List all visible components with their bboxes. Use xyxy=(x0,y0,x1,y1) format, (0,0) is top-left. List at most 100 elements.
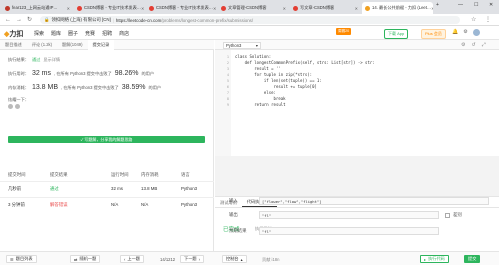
cell-memory: N/A xyxy=(141,202,149,207)
back-icon[interactable]: ← xyxy=(5,17,11,23)
lock-icon: 🔒 xyxy=(44,17,50,22)
language-select[interactable]: Python3 ▾ xyxy=(223,42,261,49)
tab-solutions[interactable]: 题解(1049) xyxy=(57,40,87,50)
tab-label: fear123_上网云站通IP… xyxy=(12,5,58,10)
diff-checkbox[interactable] xyxy=(445,212,450,218)
input-field[interactable]: ["flower","flow","flight"] xyxy=(259,197,489,205)
share-icon[interactable] xyxy=(15,104,20,109)
url-field[interactable]: 🔒 领扣网络 (上海) 有限公司 [CN] | https://leetcode… xyxy=(40,16,460,24)
bell-icon[interactable]: 🔔 xyxy=(452,29,458,36)
close-icon[interactable]: ✕ xyxy=(67,6,70,11)
close-icon[interactable]: ✕ xyxy=(283,6,286,11)
memory-label: 内存消耗： xyxy=(8,84,29,90)
memory-value: 13.8 MB xyxy=(31,84,59,91)
browser-tab[interactable]: 文章管理-CSDN博客 ✕ xyxy=(218,2,289,14)
new-tab-button[interactable]: + xyxy=(436,2,439,8)
show-details-link[interactable]: 显示详情 xyxy=(43,57,60,63)
download-app-button[interactable]: 下载 App xyxy=(384,29,409,39)
table-row[interactable]: 几秒前 通过 32 ms 13.8 MB Python3 xyxy=(0,181,214,195)
runtime-row: 执行用时： 32 ms , 在所有 Python3 提交中击败了 98.26% … xyxy=(8,70,154,77)
browser-tab[interactable]: CSDN博客 - 专业IT技术发表… ✕ xyxy=(146,2,217,14)
code-editor[interactable]: 1 class Solution: 2 def longestCommonPre… xyxy=(215,50,499,156)
url-host: https://leetcode-cn.com xyxy=(115,17,162,23)
bottom-bar: ☰ 题目列表 ⇄ 随机一题 ‹ 上一题 14/1212 下一题 › 控制台 ▴ 贡献 i1… xyxy=(0,251,499,265)
table-row[interactable]: 3 分钟前 解答错误 N/A N/A Python3 xyxy=(0,197,214,211)
share-label: 炫耀一下： xyxy=(8,97,29,102)
random-question-button[interactable]: ⇄ 随机一题 xyxy=(70,255,101,263)
share-icon[interactable] xyxy=(8,104,13,109)
question-list-button[interactable]: ☰ 题目列表 xyxy=(6,255,37,263)
close-icon[interactable]: ✕ xyxy=(141,6,144,11)
runtime-label: 执行用时： xyxy=(8,70,29,76)
menu-icon[interactable]: ⋮ xyxy=(485,16,491,23)
contribute-link[interactable]: 贡献 i18n xyxy=(262,257,279,263)
browser-tab[interactable]: fear123_上网云站通IP… ✕ xyxy=(2,2,73,14)
output-field: "fl" xyxy=(259,211,439,219)
console-toggle-button[interactable]: 控制台 ▴ xyxy=(222,255,247,263)
site-header: ◆力扣 探索 题库 圈子 竞赛 招聘 商店 周赛20 下载 App Plus 会… xyxy=(0,26,499,40)
browser-tab-active[interactable]: 14. 最长公共前缀 - 力扣 (Leet… ✕ xyxy=(362,2,433,14)
fullscreen-icon[interactable]: ⤢ xyxy=(482,42,486,48)
favicon-icon xyxy=(5,5,10,11)
prev-question-button[interactable]: ‹ 上一题 xyxy=(120,255,144,263)
chevron-left-icon: ‹ xyxy=(124,256,126,262)
left-panel: 题目描述 评论 (1.2k) 题解(1049) 提交记录 执行结果： 通过 显示… xyxy=(0,40,214,251)
status-row: 执行结果： 通过 显示详情 xyxy=(8,57,60,63)
editor-tools: ⚙ ↺ ⤢ xyxy=(461,42,486,48)
minimize-icon[interactable]: — xyxy=(458,2,463,8)
settings-icon[interactable]: ⚙ xyxy=(461,42,465,48)
tab-label: 文章管理-CSDN博客 xyxy=(228,5,267,10)
nav-store[interactable]: 商店 xyxy=(119,30,129,37)
output-row: 输出 "fl" 差别 xyxy=(229,211,499,219)
nav-problems[interactable]: 题库 xyxy=(51,30,61,37)
reload-icon[interactable]: ↻ xyxy=(27,16,32,23)
write-solution-button[interactable]: ✓ 写题解，分享我的解题思路 xyxy=(8,136,205,143)
settings-icon[interactable]: ⚙ xyxy=(463,29,467,36)
forward-icon[interactable]: → xyxy=(16,17,22,23)
close-icon[interactable]: ✕ xyxy=(355,6,358,11)
header-result: 提交结果 xyxy=(50,172,68,177)
tab-comments[interactable]: 评论 (1.2k) xyxy=(27,40,57,50)
site-nav: 探索 题库 圈子 竞赛 招聘 商店 xyxy=(34,30,129,37)
editor-divider[interactable] xyxy=(215,156,499,196)
avatar[interactable] xyxy=(472,29,480,36)
site-identity: 领扣网络 (上海) 有限公司 [CN] xyxy=(51,17,111,22)
header-icons: 🔔 ⚙ xyxy=(452,29,480,36)
star-icon[interactable]: ☆ xyxy=(471,16,476,23)
memory-percent: 38.59% xyxy=(121,84,146,91)
header-time: 提交时间 xyxy=(8,172,26,177)
list-icon: ☰ xyxy=(10,256,14,262)
plus-member-button[interactable]: Plus 会员 xyxy=(421,29,446,39)
cell-result[interactable]: 通过 xyxy=(50,186,111,192)
run-code-button[interactable]: ▸ 执行代码 xyxy=(420,255,449,263)
runtime-text: , 在所有 Python3 提交中击败了 xyxy=(54,70,112,76)
play-icon: ▸ xyxy=(424,256,427,262)
close-icon[interactable]: ✕ xyxy=(431,6,433,11)
code-line[interactable]: return result xyxy=(235,102,285,108)
nav-contest[interactable]: 竞赛 xyxy=(85,30,95,37)
maximize-icon[interactable]: ☐ xyxy=(474,2,478,8)
runtime-percent: 98.26% xyxy=(114,70,139,77)
cell-result[interactable]: 解答错误 xyxy=(50,202,111,208)
nav-jobs[interactable]: 招聘 xyxy=(102,30,112,37)
submit-button[interactable]: 提交 xyxy=(464,255,481,263)
header-runtime: 运行时间 xyxy=(111,172,129,177)
browser-tab[interactable]: 写文章-CSDN博客 ✕ xyxy=(290,2,361,14)
memory-suffix: 的用户 xyxy=(148,84,162,90)
output-label: 输出 xyxy=(229,212,238,217)
tab-submissions[interactable]: 提交记录 xyxy=(87,40,115,50)
nav-circle[interactable]: 圈子 xyxy=(68,30,78,37)
url-separator: | xyxy=(112,17,114,23)
site-logo[interactable]: ◆力扣 xyxy=(4,29,23,39)
window-close-icon[interactable]: ✕ xyxy=(489,2,493,8)
memory-text: , 在所有 Python3 提交中击败了 xyxy=(61,84,119,90)
contest-badge[interactable]: 周赛20 xyxy=(336,28,352,35)
browser-tab[interactable]: CSDN博客 - 专业IT技术发表… ✕ xyxy=(74,2,145,14)
favicon-icon xyxy=(149,5,154,11)
tab-description[interactable]: 题目描述 xyxy=(0,40,27,50)
reset-icon[interactable]: ↺ xyxy=(471,42,475,48)
close-icon[interactable]: ✕ xyxy=(213,6,216,11)
diff-label: 差别 xyxy=(453,212,462,217)
next-question-button[interactable]: 下一题 › xyxy=(180,255,204,263)
nav-explore[interactable]: 探索 xyxy=(34,30,44,37)
